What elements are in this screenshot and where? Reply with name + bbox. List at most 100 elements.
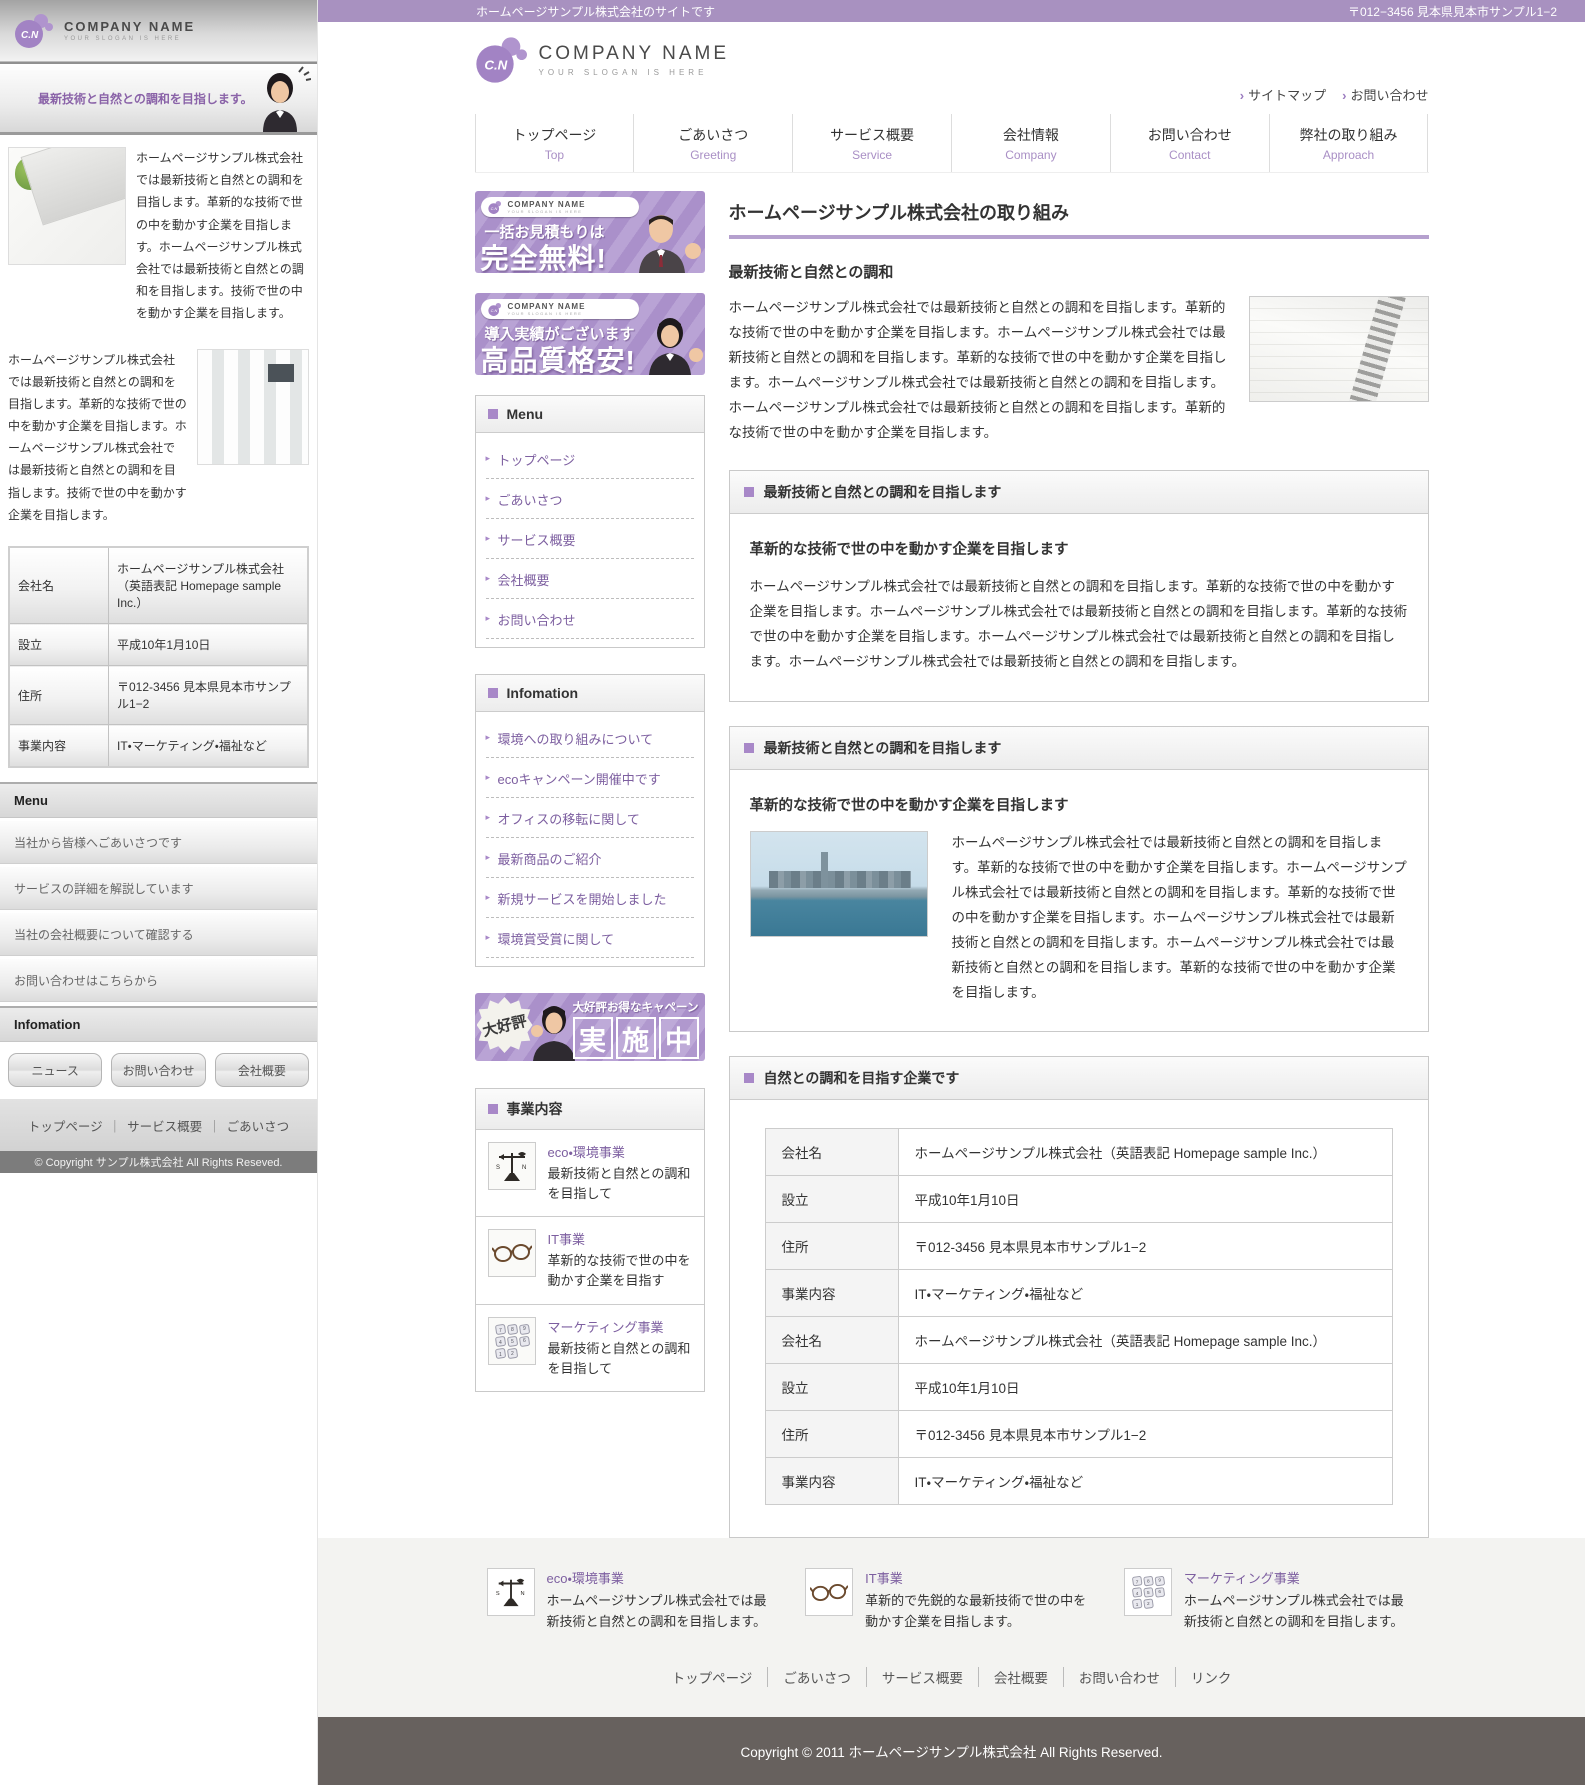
table-row: 住所 〒012-3456 見本県見本市サンプル1−2 [9, 666, 308, 725]
square-bullet-icon [488, 409, 498, 419]
sidebar-menu-box: Menu トップページ ごあいさつ サービス概要 会社概要 お問い合わせ [475, 395, 705, 648]
left-menu: 当社から皆様へごあいさつです サービスの詳細を解説しています 当社の会社概要につ… [0, 820, 317, 1002]
company-logo-icon: C.N [475, 34, 531, 86]
footer-nav-link[interactable]: リンク [1175, 1667, 1247, 1687]
left-footer-link-top[interactable]: トップページ [28, 1116, 103, 1135]
glasses-photo [488, 1229, 536, 1277]
company-logo[interactable]: C.N COMPANY NAME YOUR SLOGAN IS HERE [475, 34, 1429, 86]
sidebar-menu-link-top[interactable]: トップページ [486, 439, 694, 479]
square-bullet-icon [488, 1104, 498, 1114]
footer-nav-greeting[interactable]: ごあいさつ [767, 1667, 866, 1687]
svg-text:6: 6 [523, 1338, 526, 1344]
left-menu-header: Menu [0, 782, 317, 818]
section-1-subheading: 革新的な技術で世の中を動かす企業を目指します [750, 538, 1408, 559]
footer-nav-company[interactable]: 会社概要 [978, 1667, 1063, 1687]
nav-item-company[interactable]: 会社情報 Company [951, 114, 1110, 172]
content-section-3: 自然との調和を目指す企業です 会社名 ホームページサンプル株式会社（英語表記 H… [729, 1056, 1429, 1538]
svg-text:S: S [496, 1165, 500, 1171]
footer-nav-top[interactable]: トップページ [657, 1667, 768, 1687]
left-panel-header: C.N COMPANY NAME YOUR SLOGAN IS HERE [0, 0, 317, 62]
sidebar-menu-link-greeting[interactable]: ごあいさつ [486, 479, 694, 519]
section-2-subheading: 革新的な技術で世の中を動かす企業を目指します [750, 794, 1408, 815]
left-footer-link-service[interactable]: サービス概要 [109, 1116, 203, 1135]
info-link-eco-campaign[interactable]: ecoキャンペーン開催中です [486, 758, 694, 798]
square-bullet-icon [744, 743, 754, 753]
left-menu-item-company[interactable]: 当社の会社概要について確認する [0, 912, 317, 956]
svg-text:6: 6 [1158, 1589, 1161, 1595]
svg-text:5: 5 [511, 1339, 514, 1345]
brand-slogan: YOUR SLOGAN IS HERE [64, 36, 195, 42]
main-site: ホームページサンプル株式会社のサイトです 〒012−3456 見本県見本市サンプ… [318, 0, 1585, 1785]
section-1-text: ホームページサンプル株式会社では最新技術と自然との調和を目指します。革新的な技術… [750, 575, 1408, 675]
header-utility-links: サイトマップ お問い合わせ [1240, 85, 1429, 104]
nav-item-approach[interactable]: 弊社の取り組み Approach [1269, 114, 1429, 172]
nav-item-greeting[interactable]: ごあいさつ Greeting [633, 114, 792, 172]
table-row: 会社名 ホームページサンプル株式会社 （英語表記 Homepage sample… [9, 547, 308, 624]
company-logo-icon: C.N [14, 12, 56, 50]
left-hero-text: 最新技術と自然との調和を目指します。 [38, 90, 253, 107]
business-link-marketing[interactable]: マーケティング事業 [548, 1317, 692, 1336]
left-hero-banner: 最新技術と自然との調和を目指します。 [0, 62, 317, 135]
glasses-photo [805, 1568, 853, 1616]
copyright-text: Copyright © 2011 ホームページサンプル株式会社 All Righ… [741, 1741, 1163, 1761]
weathervane-icon: S N [494, 1147, 530, 1185]
info-link-environment[interactable]: 環境への取り組みについて [486, 718, 694, 758]
left-menu-item-greeting[interactable]: 当社から皆様へごあいさつです [0, 820, 317, 864]
left-menu-item-contact[interactable]: お問い合わせはこちらから [0, 958, 317, 1002]
square-bullet-icon [744, 487, 754, 497]
company-button[interactable]: 会社概要 [215, 1053, 309, 1087]
svg-text:8: 8 [511, 1327, 514, 1333]
nav-item-contact[interactable]: お問い合わせ Contact [1110, 114, 1269, 172]
footer-nav-contact[interactable]: お問い合わせ [1063, 1667, 1175, 1687]
info-link-office-move[interactable]: オフィスの移転に関して [486, 798, 694, 838]
keypad-icon: 789 456 12 [1131, 1575, 1165, 1609]
svg-text:5: 5 [1147, 1590, 1150, 1596]
campaign-banner[interactable]: 大好評 大好評お得なキャペーン 実 施 [475, 993, 705, 1061]
table-label: 会社名 [9, 547, 109, 624]
business-item-it: IT事業 革新的な技術で世の中を動かす企業を目指す [476, 1217, 704, 1304]
banner-main-text: 高品質格安! [481, 339, 636, 375]
table-row: 会社名 ホームページサンプル株式会社（英語表記 Homepage sample … [765, 1317, 1392, 1364]
left-infomation-buttons: ニュース お問い合わせ 会社概要 [0, 1042, 317, 1099]
topbar-site-description: ホームページサンプル株式会社のサイトです [476, 3, 715, 20]
campaign-lead-text: 大好評お得なキャペーン [573, 999, 699, 1015]
svg-text:N: N [522, 1165, 526, 1171]
news-button[interactable]: ニュース [8, 1053, 102, 1087]
desk-photo [8, 147, 126, 265]
sitemap-link[interactable]: サイトマップ [1240, 85, 1326, 104]
business-link-it[interactable]: IT事業 [548, 1229, 692, 1248]
svg-text:7: 7 [1136, 1580, 1139, 1586]
quality-banner[interactable]: C.N COMPANY NAME YOUR SLOGAN IS HERE 導入実… [475, 293, 705, 375]
banner-logo: C.N COMPANY NAME YOUR SLOGAN IS HERE [481, 299, 639, 319]
free-estimate-banner[interactable]: C.N COMPANY NAME YOUR SLOGAN IS HERE 一括お… [475, 191, 705, 273]
contact-button[interactable]: お問い合わせ [111, 1053, 205, 1087]
contact-link[interactable]: お問い合わせ [1342, 85, 1428, 104]
info-link-new-products[interactable]: 最新商品のご紹介 [486, 838, 694, 878]
left-company-table: 会社名 ホームページサンプル株式会社 （英語表記 Homepage sample… [8, 546, 309, 768]
left-menu-item-service[interactable]: サービスの詳細を解説しています [0, 866, 317, 910]
footer-column-marketing: 789 456 12 マーケティング事業 ホームページサンプル株式会社では最新技… [1124, 1568, 1417, 1633]
banner-main-text: 完全無料! [481, 237, 607, 273]
weathervane-photo: S N [488, 1142, 536, 1190]
svg-text:7: 7 [499, 1328, 502, 1334]
sidebar-menu-link-contact[interactable]: お問い合わせ [486, 599, 694, 639]
left-footer-link-greeting[interactable]: ごあいさつ [208, 1116, 289, 1135]
sidebar-menu-link-service[interactable]: サービス概要 [486, 519, 694, 559]
business-link-eco[interactable]: eco・環境事業 [548, 1142, 692, 1161]
nav-item-service[interactable]: サービス概要 Service [792, 114, 951, 172]
svg-text:N: N [520, 1591, 524, 1597]
info-link-new-service[interactable]: 新規サービスを開始しました [486, 878, 694, 918]
svg-text:C.N: C.N [484, 57, 507, 72]
left-panel: C.N COMPANY NAME YOUR SLOGAN IS HERE 最新技… [0, 0, 318, 1785]
glasses-icon [492, 1240, 532, 1266]
sidebar-menu-link-company[interactable]: 会社概要 [486, 559, 694, 599]
keypad-photo: 789 456 12 [488, 1317, 536, 1365]
footer-nav-service[interactable]: サービス概要 [866, 1667, 978, 1687]
section-3-header: 自然との調和を目指す企業です [730, 1057, 1428, 1100]
svg-text:2: 2 [511, 1351, 514, 1357]
nav-item-top[interactable]: トップページ Top [475, 114, 634, 172]
info-link-award[interactable]: 環境賞受賞に関して [486, 918, 694, 958]
left-copyright: © Copyright サンプル株式会社 All Rights Reseved. [0, 1151, 317, 1173]
table-value: IT・マーケティング・福祉など [109, 725, 309, 768]
svg-text:4: 4 [499, 1340, 502, 1346]
